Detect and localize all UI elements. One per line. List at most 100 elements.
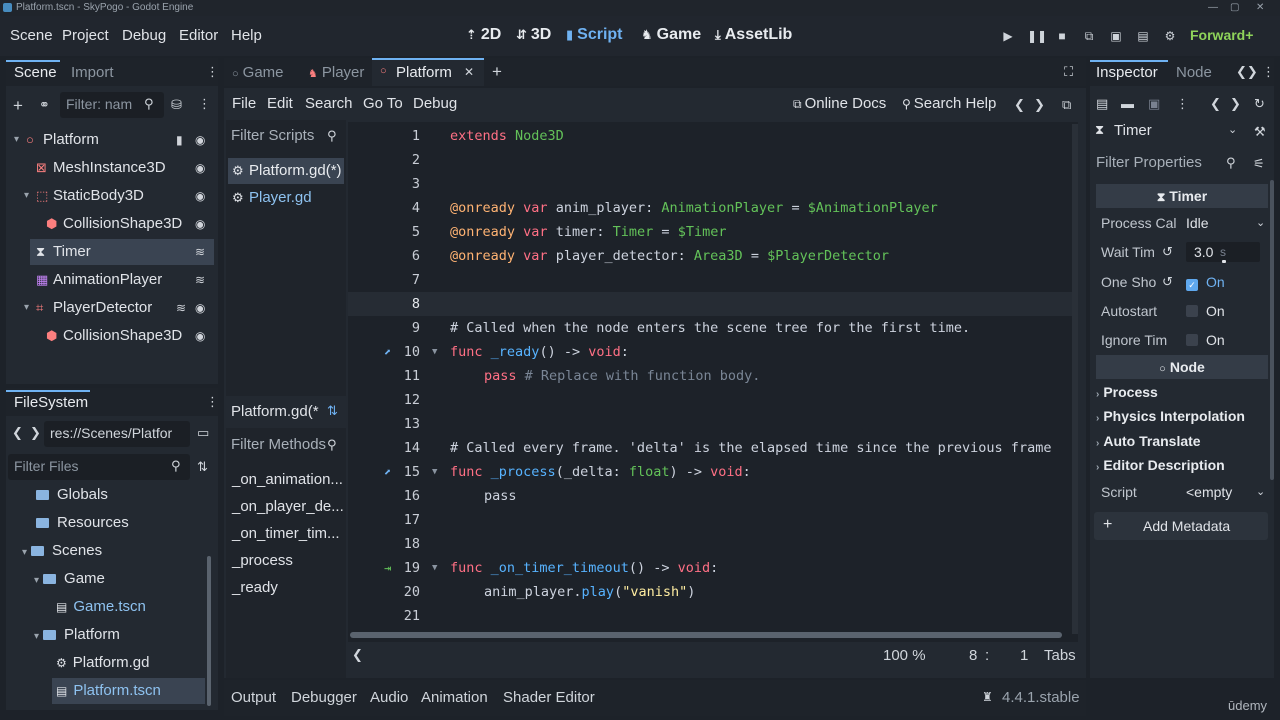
workspace-2d-button[interactable]: ⇡ 2D xyxy=(466,26,501,44)
signal-connected-icon[interactable]: ≋ xyxy=(195,267,205,293)
prev-script-icon[interactable]: ❮ xyxy=(1014,97,1025,113)
close-tab-icon[interactable]: ✕ xyxy=(464,65,474,79)
editor-tab-game[interactable]: ○ Game xyxy=(232,64,284,81)
online-docs-button[interactable]: ⧉ Online Docs xyxy=(793,95,886,112)
link-icon[interactable]: ⚭ xyxy=(39,97,50,113)
inspector-options-icon[interactable]: ⚟ xyxy=(1253,156,1265,172)
method-item[interactable]: _on_player_de... xyxy=(232,498,344,515)
tree-node-staticbody3d[interactable]: ▾ ⬚ StaticBody3D ◉ xyxy=(8,183,214,209)
dock-menu-icon[interactable]: ⋮ xyxy=(206,64,219,80)
process-callback-select[interactable]: Idle xyxy=(1186,209,1209,237)
menu-project[interactable]: Project xyxy=(62,27,109,44)
collapse-arrow-icon[interactable]: ▾ xyxy=(24,183,29,209)
object-properties-icon[interactable]: ⚒ xyxy=(1254,124,1266,140)
create-resource-icon[interactable]: ▤ xyxy=(1096,96,1108,112)
filter-properties-input[interactable]: Filter Properties ⚲ xyxy=(1092,150,1244,176)
script-item-player[interactable]: ⚙ Player.gd xyxy=(228,185,344,211)
save-icon[interactable]: ▣ xyxy=(1148,96,1160,112)
workspace-3d-button[interactable]: ⇵ 3D xyxy=(516,26,551,44)
close-window-icon[interactable]: ✕ xyxy=(1256,0,1264,15)
sort-icon[interactable]: ⇅ xyxy=(327,403,338,419)
play-custom-scene-icon[interactable]: ▤ xyxy=(1135,28,1151,44)
filter-methods-input[interactable]: Filter Methods ⚲ xyxy=(226,431,346,457)
notification-bell-icon[interactable]: ♜ xyxy=(982,690,993,704)
stop-icon[interactable]: ■ xyxy=(1054,28,1070,44)
scene-filter-input[interactable]: Filter: nam ⚲ xyxy=(60,92,164,118)
more-menu-icon[interactable]: ⋮ xyxy=(1176,96,1189,112)
code-horizontal-scrollbar[interactable] xyxy=(350,632,1062,638)
bottom-tab-shader-editor[interactable]: Shader Editor xyxy=(503,689,595,706)
distraction-free-icon[interactable]: ⛶ xyxy=(1064,64,1073,80)
fs-item-globals[interactable]: Globals xyxy=(36,482,108,508)
history-icon[interactable]: ↻ xyxy=(1254,96,1265,112)
minimize-icon[interactable]: — xyxy=(1208,0,1218,15)
toggle-panel-icon[interactable]: ⧉ xyxy=(1062,97,1071,113)
instance-scene-icon[interactable]: ⛁ xyxy=(171,97,182,113)
fs-item-platform-tscn[interactable]: ▤ Platform.tscn xyxy=(52,678,205,704)
wait-time-input[interactable]: 3.0 s xyxy=(1186,242,1260,263)
script-menu-file[interactable]: File xyxy=(232,95,256,112)
search-help-button[interactable]: ⚲ Search Help xyxy=(902,95,996,112)
bottom-tab-animation[interactable]: Animation xyxy=(421,689,488,706)
visibility-eye-icon[interactable]: ◉ xyxy=(195,127,205,153)
visibility-eye-icon[interactable]: ◉ xyxy=(195,295,205,321)
history-forward-icon[interactable]: ❯ xyxy=(1230,96,1241,112)
revert-icon[interactable]: ↺ xyxy=(1162,268,1173,296)
workspace-game-button[interactable]: ♞ Game xyxy=(641,26,701,44)
tab-node[interactable]: Node xyxy=(1176,64,1212,81)
workspace-assetlib-button[interactable]: ⤓ AssetLib xyxy=(715,26,792,44)
script-attached-icon[interactable]: ▮ xyxy=(176,127,183,153)
bottom-tab-debugger[interactable]: Debugger xyxy=(291,689,357,706)
group-editor-description[interactable]: › Editor Description xyxy=(1096,453,1268,477)
menu-help[interactable]: Help xyxy=(231,27,262,44)
tab-import[interactable]: Import xyxy=(71,64,114,81)
group-physics-interpolation[interactable]: › Physics Interpolation xyxy=(1096,404,1268,428)
section-timer[interactable]: ⧗ Timer xyxy=(1096,184,1268,208)
bottom-tab-audio[interactable]: Audio xyxy=(370,689,408,706)
script-menu-debug[interactable]: Debug xyxy=(413,95,457,112)
filter-scripts-input[interactable]: Filter Scripts ⚲ xyxy=(226,122,346,148)
group-process[interactable]: › Process xyxy=(1096,380,1268,404)
fs-item-platform-gd[interactable]: ⚙ Platform.gd xyxy=(56,650,149,676)
scene-menu-icon[interactable]: ⋮ xyxy=(198,96,211,112)
fs-item-game-folder[interactable]: ▾ Game xyxy=(34,566,105,592)
bottom-tab-output[interactable]: Output xyxy=(231,689,276,706)
dock-menu-icon[interactable]: ⋮ xyxy=(1262,64,1275,80)
script-item-platform[interactable]: ⚙ Platform.gd(*) xyxy=(228,158,344,184)
slider-grabber[interactable] xyxy=(1222,260,1226,263)
play-icon[interactable]: ▶ xyxy=(1000,28,1016,44)
split-view-icon[interactable]: ▭ xyxy=(197,425,209,441)
tab-filesystem[interactable]: FileSystem xyxy=(14,394,88,411)
tab-inspector[interactable]: Inspector xyxy=(1096,64,1158,81)
method-item[interactable]: _on_animation... xyxy=(232,471,343,488)
forward-arrow-icon[interactable]: ❯ xyxy=(30,425,41,441)
menu-scene[interactable]: Scene xyxy=(10,27,53,44)
one-shot-checkbox[interactable]: ✓ On xyxy=(1186,268,1225,296)
autostart-checkbox[interactable]: On xyxy=(1186,297,1225,325)
collapse-arrow-icon[interactable]: ▾ xyxy=(24,295,29,321)
path-field[interactable]: res://Scenes/Platfor xyxy=(44,421,190,447)
ignore-time-scale-checkbox[interactable]: On xyxy=(1186,326,1225,354)
menu-debug[interactable]: Debug xyxy=(122,27,166,44)
movie-maker-icon[interactable]: ⚙ xyxy=(1162,28,1178,44)
dock-menu-icon[interactable]: ⋮ xyxy=(206,394,219,410)
add-node-icon[interactable]: + xyxy=(13,96,23,116)
visibility-eye-icon[interactable]: ◉ xyxy=(195,183,205,209)
section-node[interactable]: ○ Node xyxy=(1096,355,1268,379)
fs-item-resources[interactable]: Resources xyxy=(36,510,129,536)
fs-item-scenes[interactable]: ▾ Scenes xyxy=(22,538,102,564)
tree-node-platform[interactable]: ▾ ○ Platform ▮ ◉ xyxy=(8,127,214,153)
tree-node-meshinstance3d[interactable]: ⊠ MeshInstance3D ◉ xyxy=(8,155,214,181)
method-item[interactable]: _ready xyxy=(232,579,278,596)
maximize-icon[interactable]: ▢ xyxy=(1230,0,1239,15)
toggle-scripts-panel-icon[interactable]: ❮ xyxy=(352,647,363,663)
tree-node-collisionshape3d[interactable]: ⬢ CollisionShape3D ◉ xyxy=(8,211,214,237)
next-script-icon[interactable]: ❯ xyxy=(1034,97,1045,113)
remote-debug-icon[interactable]: ⧉ xyxy=(1081,28,1097,44)
object-selector[interactable]: ⧗ Timer ⌄ xyxy=(1092,118,1242,144)
tree-node-timer[interactable]: ⧗ Timer ≋ xyxy=(30,239,214,265)
filesystem-scrollbar[interactable] xyxy=(207,556,211,706)
method-item[interactable]: _on_timer_tim... xyxy=(232,525,340,542)
filter-files-input[interactable]: Filter Files ⚲ xyxy=(8,454,190,480)
group-auto-translate[interactable]: › Auto Translate xyxy=(1096,429,1268,453)
